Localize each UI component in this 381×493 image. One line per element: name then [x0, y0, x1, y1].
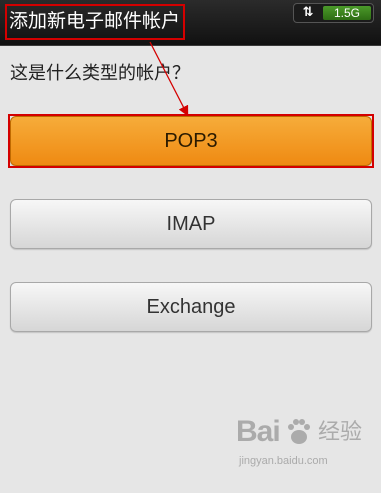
account-type-question: 这是什么类型的帐户？ — [10, 63, 190, 84]
title-bar: 添加新电子邮件帐户 ⇅ 1.5G — [0, 0, 381, 46]
watermark-logo: Bai — [236, 415, 281, 448]
pop3-highlight-box — [8, 114, 374, 168]
paw-icon — [288, 419, 310, 444]
data-usage-badge: 1.5G — [323, 6, 371, 20]
baidu-jingyan-watermark: Bai 经验 jingyan.baidu.com — [236, 414, 366, 474]
up-down-arrows-icon: ⇅ — [302, 5, 314, 20]
exchange-button[interactable]: Exchange — [10, 282, 372, 332]
page-title: 添加新电子邮件帐户 — [9, 10, 181, 32]
watermark-url: jingyan.baidu.com — [239, 455, 328, 467]
imap-button[interactable]: IMAP — [10, 199, 372, 249]
watermark-jingyan: 经验 — [318, 420, 363, 445]
data-usage-indicator: ⇅ 1.5G — [293, 3, 374, 23]
